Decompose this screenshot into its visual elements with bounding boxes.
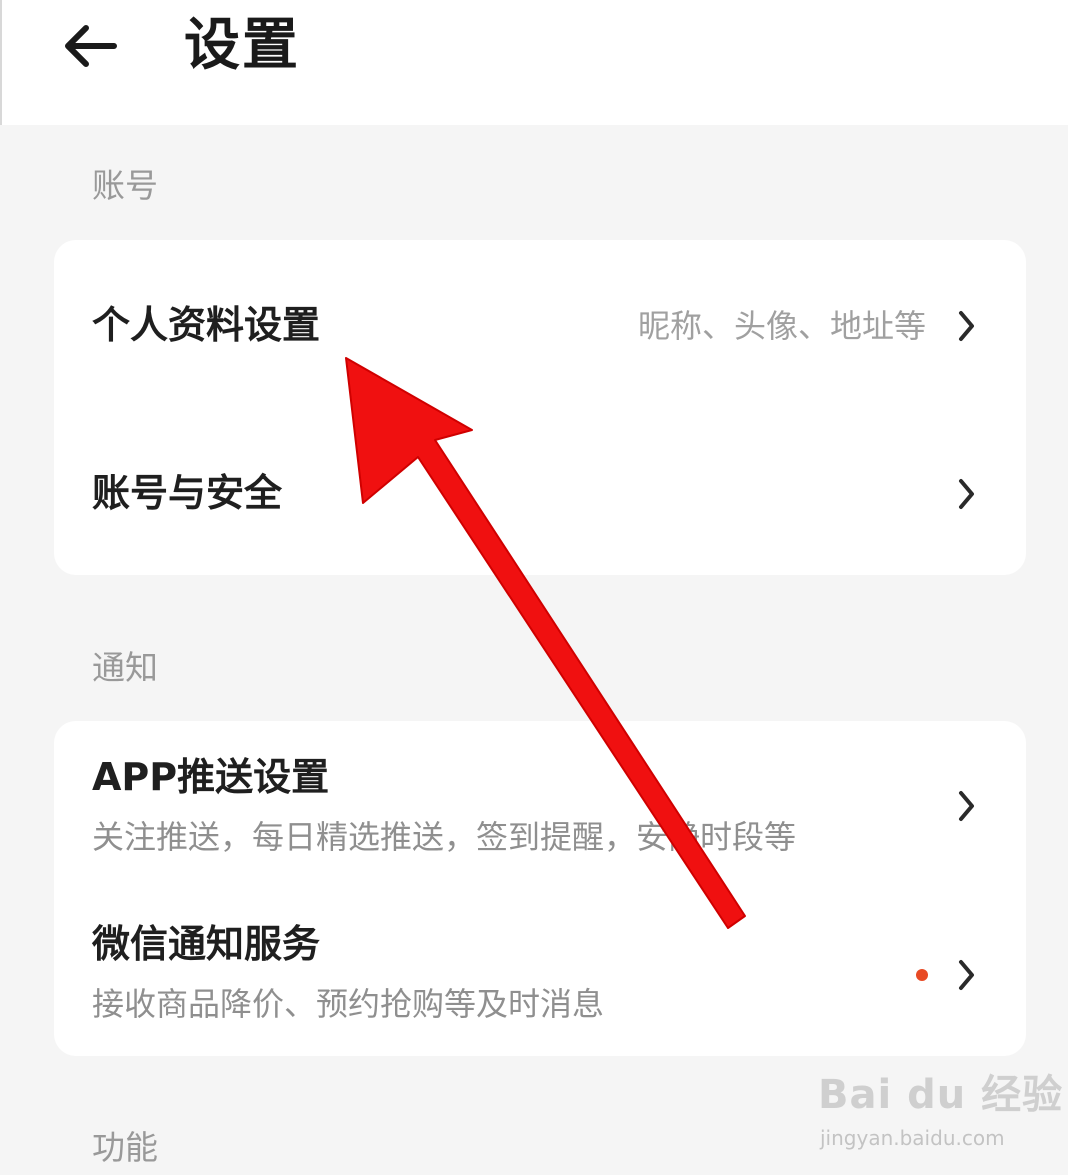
top-bar: 设置 <box>0 0 1068 125</box>
app-push-settings-title: APP推送设置 <box>92 755 330 799</box>
section-label-notify: 通知 <box>92 648 158 687</box>
wechat-notify-subtitle: 接收商品降价、预约抢购等及时消息 <box>92 985 605 1023</box>
chevron-right-icon <box>959 311 974 341</box>
section-label-features: 功能 <box>92 1128 158 1167</box>
watermark-url: jingyan.baidu.com <box>820 1126 1005 1150</box>
chevron-right-icon <box>959 791 974 821</box>
wechat-notify-title: 微信通知服务 <box>92 922 321 966</box>
profile-settings-hint: 昵称、头像、地址等 <box>637 307 926 345</box>
back-button[interactable] <box>54 14 124 78</box>
app-push-settings-row[interactable]: APP推送设置 关注推送，每日精选推送，签到提醒，安静时段等 <box>54 721 1026 889</box>
unread-dot-badge <box>916 969 928 981</box>
page-title: 设置 <box>184 13 300 78</box>
account-security-title: 账号与安全 <box>92 471 283 515</box>
wechat-notify-row[interactable]: 微信通知服务 接收商品降价、预约抢购等及时消息 <box>54 889 1026 1056</box>
baidu-jingyan-watermark: Bai du 经验 jingyan.baidu.com <box>818 1062 1062 1162</box>
section-label-account: 账号 <box>92 166 158 205</box>
chevron-right-icon <box>959 960 974 990</box>
account-security-row[interactable]: 账号与安全 <box>54 408 1026 575</box>
account-card: 个人资料设置 昵称、头像、地址等 账号与安全 <box>54 240 1026 575</box>
chevron-right-icon <box>959 479 974 509</box>
app-push-settings-subtitle: 关注推送，每日精选推送，签到提醒，安静时段等 <box>92 818 797 856</box>
profile-settings-row[interactable]: 个人资料设置 昵称、头像、地址等 <box>54 240 1026 408</box>
arrow-left-icon <box>65 25 117 67</box>
notify-card: APP推送设置 关注推送，每日精选推送，签到提醒，安静时段等 微信通知服务 接收… <box>54 721 1026 1056</box>
watermark-brand: Bai du 经验 <box>818 1072 1064 1118</box>
profile-settings-title: 个人资料设置 <box>92 303 321 347</box>
